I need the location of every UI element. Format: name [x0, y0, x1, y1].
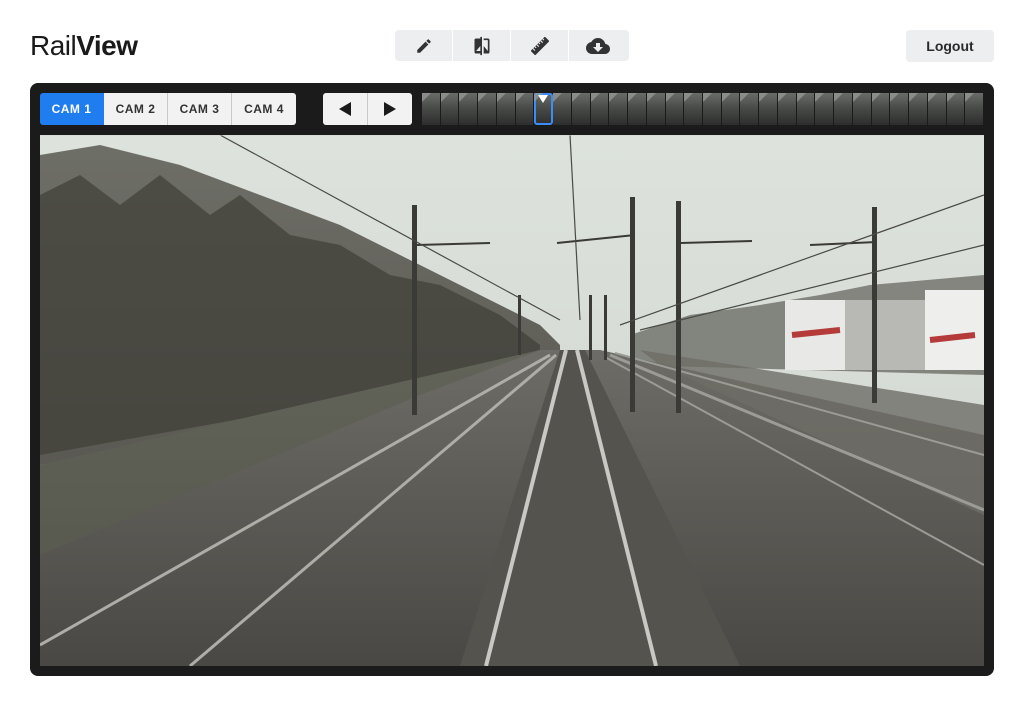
timeline-frame[interactable] [459, 93, 479, 125]
timeline-frame[interactable] [496, 93, 516, 125]
compare-button[interactable] [453, 30, 511, 61]
tab-cam-3[interactable]: CAM 3 [168, 93, 232, 125]
pencil-icon [416, 38, 431, 53]
timeline-frame[interactable] [721, 93, 741, 125]
previous-frame-button[interactable] [323, 93, 368, 125]
tab-cam-4[interactable]: CAM 4 [232, 93, 296, 125]
triangle-right-icon [384, 102, 396, 116]
timeline-frame[interactable] [478, 93, 497, 125]
tab-cam-2[interactable]: CAM 2 [104, 93, 168, 125]
logo-text-light: Rail [30, 30, 77, 61]
cloud-download-icon [586, 37, 610, 54]
timeline-frame[interactable] [628, 93, 647, 125]
timeline-frame[interactable] [740, 93, 760, 125]
timeline-frame[interactable] [646, 93, 666, 125]
timeline-frame[interactable] [590, 93, 610, 125]
timeline-frame[interactable] [665, 93, 685, 125]
timeline-frame[interactable] [515, 93, 535, 125]
next-frame-button[interactable] [368, 93, 412, 125]
logo-text-bold: View [76, 30, 138, 61]
timeline-frame[interactable] [777, 93, 797, 125]
timeline-frame[interactable] [703, 93, 722, 125]
logout-button[interactable]: Logout [906, 30, 994, 62]
download-button[interactable] [569, 30, 627, 61]
toolbar [395, 30, 629, 61]
frame-timeline [422, 93, 984, 125]
camera-video-frame [40, 135, 984, 666]
tab-cam-1[interactable]: CAM 1 [40, 93, 104, 125]
measure-button[interactable] [511, 30, 569, 61]
triangle-left-icon [339, 102, 351, 116]
frame-navigation [323, 93, 412, 125]
timeline-frame[interactable] [553, 93, 572, 125]
timeline-frame[interactable] [890, 93, 910, 125]
timeline-frame[interactable] [440, 93, 460, 125]
timeline-frame[interactable] [852, 93, 872, 125]
camera-tabs: CAM 1 CAM 2 CAM 3 CAM 4 [40, 93, 296, 125]
edit-button[interactable] [395, 30, 453, 61]
timeline-frame[interactable] [927, 93, 947, 125]
timeline-frame[interactable] [422, 93, 441, 125]
timeline-frame[interactable] [609, 93, 629, 125]
ruler-icon [530, 36, 549, 55]
timeline-frame[interactable] [571, 93, 591, 125]
timeline-frame[interactable] [759, 93, 778, 125]
app-logo: RailView [30, 30, 138, 62]
timeline-frame[interactable] [684, 93, 704, 125]
timeline-frame[interactable] [834, 93, 853, 125]
compare-icon [474, 36, 489, 55]
timeline-frame[interactable] [796, 93, 816, 125]
timeline-frame[interactable] [965, 93, 984, 125]
video-viewer: CAM 1 CAM 2 CAM 3 CAM 4 [30, 83, 994, 676]
timeline-frame[interactable] [946, 93, 966, 125]
timeline-frame-selected[interactable] [534, 93, 554, 125]
timeline-frame[interactable] [909, 93, 928, 125]
timeline-frame[interactable] [815, 93, 835, 125]
timeline-frame[interactable] [871, 93, 891, 125]
